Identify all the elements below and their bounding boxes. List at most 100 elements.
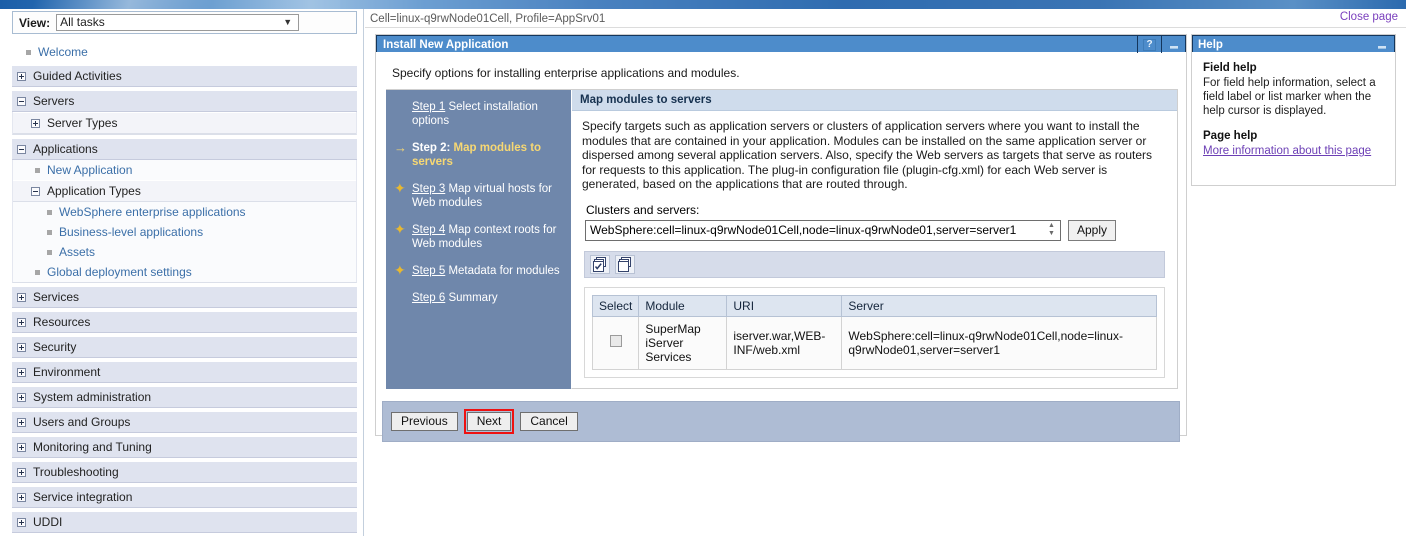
wizard-step-3[interactable]: ✦ Step 3 Map virtual hosts for Web module… [394, 181, 563, 210]
wizard-step-number[interactable]: Step 1 [412, 101, 445, 113]
expand-icon[interactable] [17, 392, 26, 402]
clusters-and-servers-listbox[interactable]: WebSphere:cell=linux-q9rwNode01Cell,node… [585, 219, 1061, 241]
expand-icon[interactable] [17, 442, 26, 452]
nav-group-servers[interactable]: Servers [12, 90, 357, 112]
nav-group-environment[interactable]: Environment [12, 361, 357, 383]
apply-button[interactable]: Apply [1068, 219, 1117, 241]
sidebar-item-assets[interactable]: Assets [13, 242, 356, 262]
sidebar-item-welcome[interactable]: Welcome [12, 42, 357, 62]
sidebar-item-label[interactable]: New Application [47, 163, 132, 177]
nav-group-service-integration[interactable]: Service integration [12, 486, 357, 508]
row-checkbox[interactable] [609, 335, 622, 347]
nav-sub-application-types[interactable]: Application Types [13, 180, 356, 202]
previous-button[interactable]: Previous [391, 411, 458, 431]
wizard-step-number[interactable]: Step 3 [412, 183, 445, 195]
nav-group-users-and-groups[interactable]: Users and Groups [12, 411, 357, 433]
wizard-step-number[interactable]: Step 2: [412, 142, 450, 154]
collapse-icon[interactable] [31, 186, 40, 196]
wizard-step-number[interactable]: Step 5 [412, 265, 445, 277]
wizard-step-number[interactable]: Step 6 [412, 292, 445, 304]
sidebar-item-global-deployment-settings[interactable]: Global deployment settings [13, 262, 356, 282]
table-toolbar [584, 250, 1165, 278]
view-label: View: [19, 15, 51, 30]
nav-group-label: Applications [33, 142, 98, 156]
wizard-button-bar: Previous Next Cancel [382, 400, 1180, 442]
nav-group-services[interactable]: Services [12, 286, 357, 308]
sidebar-item-websphere-enterprise-applications[interactable]: WebSphere enterprise applications [13, 202, 356, 222]
nav-group-label: Troubleshooting [33, 465, 119, 479]
expand-icon[interactable] [17, 317, 26, 327]
nav-group-resources[interactable]: Resources [12, 311, 357, 333]
select-all-icon[interactable] [590, 254, 610, 274]
sidebar-item-label[interactable]: Assets [59, 245, 95, 259]
nav-group-applications[interactable]: Applications [12, 138, 357, 160]
page-help-link[interactable]: More information about this page [1203, 144, 1371, 158]
collapse-icon[interactable] [17, 96, 26, 106]
row-module: SuperMap iServer Services [638, 315, 728, 370]
nav-group-children: Server Types [12, 112, 357, 135]
nav-group-monitoring-and-tuning[interactable]: Monitoring and Tuning [12, 436, 357, 458]
wizard-step-label: Metadata for modules [445, 265, 560, 277]
wizard-step-number[interactable]: Step 4 [412, 224, 445, 236]
table-row: SuperMap iServer Services iserver.war,WE… [591, 315, 1157, 370]
expand-icon[interactable] [17, 517, 26, 527]
spinner-arrows-icon[interactable]: ▲ ▼ [1045, 222, 1058, 239]
nav-group-system-administration[interactable]: System administration [12, 386, 357, 408]
wizard-step-text: Step 3 Map virtual hosts for Web modules [412, 182, 563, 210]
nav-sub-server-types[interactable]: Server Types [13, 112, 356, 134]
expand-icon[interactable] [17, 367, 26, 377]
expand-icon[interactable] [17, 342, 26, 352]
next-button[interactable]: Next [466, 411, 512, 431]
sidebar-item-label[interactable]: WebSphere enterprise applications [59, 205, 246, 219]
bullet-icon [47, 209, 52, 215]
row-select-cell [591, 315, 640, 370]
nav-tree: Welcome Guided Activities Servers Server Ty… [12, 42, 357, 533]
view-select[interactable]: All tasks [56, 14, 300, 31]
wizard-step-text: Step 4 Map context roots for Web modules [412, 223, 563, 251]
deselect-all-icon[interactable] [615, 254, 635, 274]
help-minimize-button[interactable] [1370, 36, 1394, 53]
current-step-arrow-icon: → [394, 140, 407, 155]
field-help-heading: Field help [1203, 62, 1257, 74]
sidebar-item-new-application[interactable]: New Application [13, 160, 356, 180]
expand-icon[interactable] [17, 467, 26, 477]
field-help-text: For field help information, select a fie… [1203, 77, 1376, 117]
expand-icon[interactable] [17, 71, 26, 81]
wizard-step-2[interactable]: → Step 2: Map modules to servers [394, 141, 563, 169]
sidebar-item-label[interactable]: Global deployment settings [47, 265, 192, 279]
column-header-module: Module [638, 294, 728, 317]
expand-icon[interactable] [17, 417, 26, 427]
nav-group-security[interactable]: Security [12, 336, 357, 358]
nav-group-label: Security [33, 340, 77, 354]
table-header-row: Select Module URI Server [591, 294, 1157, 317]
expand-icon[interactable] [17, 292, 26, 302]
help-portlet: Help Field help For field help informati… [1191, 34, 1396, 186]
sidebar-item-label[interactable]: Welcome [38, 45, 88, 59]
wizard-step-4[interactable]: ✦ Step 4 Map context roots for Web module… [394, 221, 563, 251]
clusters-and-servers-label: Clusters and servers: [586, 202, 700, 217]
wizard-step-1[interactable]: Step 1 Select installation options [394, 100, 563, 128]
nav-group-troubleshooting[interactable]: Troubleshooting [12, 461, 357, 483]
nav-group-label: Resources [33, 315, 91, 329]
nav-group-guided-activities[interactable]: Guided Activities [12, 65, 357, 87]
nav-group-uddi[interactable]: UDDI [12, 511, 357, 533]
close-page-link[interactable]: Close page [1340, 11, 1398, 23]
portlet-body: Specify options for installing enterpris… [376, 52, 1186, 442]
step-plus-icon: ✦ [394, 221, 406, 237]
collapse-icon[interactable] [17, 144, 26, 154]
portlet-help-button[interactable]: ? [1137, 36, 1161, 53]
nav-group-label: Service integration [33, 490, 133, 504]
wizard-step-5[interactable]: ✦ Step 5 Metadata for modules [394, 263, 563, 278]
wizard-steps: Step 1 Select installation options → Step … [386, 90, 571, 389]
cancel-button[interactable]: Cancel [520, 411, 578, 431]
wizard-step-6[interactable]: Step 6 Summary [394, 291, 563, 305]
portlet-minimize-button[interactable] [1161, 36, 1185, 53]
install-new-application-portlet: Install New Application ? Specify option… [375, 34, 1187, 442]
expand-icon[interactable] [31, 118, 40, 128]
bullet-icon [47, 249, 52, 255]
modules-table: Select Module URI Server SuperMap iServe… [591, 294, 1157, 370]
sidebar-item-business-level-applications[interactable]: Business-level applications [13, 222, 356, 242]
nav-group-label: Servers [33, 94, 75, 108]
sidebar-item-label[interactable]: Business-level applications [59, 225, 203, 239]
expand-icon[interactable] [17, 492, 26, 502]
